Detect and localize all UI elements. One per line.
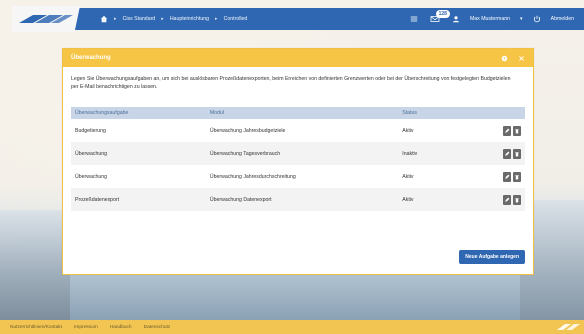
home-icon[interactable] bbox=[100, 15, 108, 23]
cell-task: Prozeßdatenexport bbox=[71, 188, 206, 211]
logout-link[interactable]: Abmelden bbox=[551, 16, 574, 22]
cell-task: Budgetierung bbox=[75, 127, 106, 134]
breadcrumb-item-3[interactable]: Controlled bbox=[224, 16, 248, 22]
top-bar: ▸ Ciss Standard ▸ Haupteinrichtung ▸ Con… bbox=[12, 6, 584, 32]
pencil-icon[interactable] bbox=[503, 148, 511, 159]
trash-icon[interactable] bbox=[513, 125, 521, 136]
monitoring-panel: Überwachung ? Legen Sie Überwachungsaufg… bbox=[62, 48, 534, 275]
help-icon[interactable]: ? bbox=[501, 55, 508, 62]
footer-link-privacy[interactable]: Datenschutz bbox=[144, 325, 171, 330]
column-header-module: Modul bbox=[205, 107, 399, 119]
breadcrumb-item-2[interactable]: Haupteinrichtung bbox=[170, 16, 209, 22]
cell-status: Inaktiv bbox=[398, 142, 475, 165]
pencil-icon[interactable] bbox=[503, 125, 511, 136]
monitoring-table: Überwachungsaufgabe Modul Status Budgeti… bbox=[71, 107, 525, 211]
pencil-icon[interactable] bbox=[503, 194, 511, 205]
power-icon[interactable] bbox=[533, 15, 541, 23]
app-logo bbox=[12, 6, 80, 32]
table-row[interactable]: Überwachung Überwachung Jahresdurchschre… bbox=[71, 165, 525, 188]
footer-link-contact[interactable]: Nutzerrichtlinien/Kontakt bbox=[10, 325, 62, 330]
chevron-down-icon[interactable]: ▾ bbox=[520, 16, 523, 22]
breadcrumb-separator: ▸ bbox=[161, 16, 164, 22]
cell-module: Überwachung Datenexport bbox=[205, 188, 399, 211]
table-row[interactable]: Prozeßdatenexport Überwachung Datenexpor… bbox=[71, 188, 525, 211]
cell-module: Überwachung Tagesverbrauch bbox=[205, 142, 399, 165]
notifications[interactable]: 128 bbox=[428, 10, 450, 24]
panel-header: Überwachung ? bbox=[63, 49, 533, 67]
footer-link-imprint[interactable]: Impressum bbox=[74, 325, 98, 330]
cell-status: Aktiv bbox=[402, 173, 414, 180]
logo-mark bbox=[19, 15, 73, 23]
row-actions bbox=[478, 148, 521, 159]
table-header-row: Überwachungsaufgabe Modul Status bbox=[71, 107, 525, 119]
user-menu[interactable]: Max Mustermann bbox=[470, 16, 510, 22]
breadcrumb-separator: ▸ bbox=[114, 16, 117, 22]
footer: Nutzerrichtlinien/Kontakt Impressum Hand… bbox=[0, 320, 584, 334]
cell-actions bbox=[474, 142, 525, 165]
column-header-task: Überwachungsaufgabe bbox=[71, 107, 206, 119]
cell-module: Überwachung Jahresdurchschreitung bbox=[209, 173, 296, 180]
footer-logo bbox=[557, 324, 580, 330]
pencil-icon[interactable] bbox=[503, 171, 511, 182]
breadcrumb-item-1[interactable]: Ciss Standard bbox=[123, 16, 156, 22]
table-row[interactable]: Budgetierung Überwachung Jahresbudgetzie… bbox=[71, 119, 525, 142]
trash-icon[interactable] bbox=[513, 194, 521, 205]
panel-intro-text: Legen Sie Überwachungsaufgaben an, um si… bbox=[71, 76, 511, 90]
column-header-actions bbox=[474, 107, 525, 119]
cell-task: Überwachung bbox=[71, 142, 206, 165]
row-actions bbox=[478, 171, 521, 182]
cell-status: Aktiv bbox=[398, 188, 475, 211]
svg-text:?: ? bbox=[503, 55, 506, 60]
panel-actions: ? bbox=[501, 55, 525, 62]
notification-count-badge: 128 bbox=[435, 10, 450, 18]
row-actions bbox=[478, 125, 521, 136]
row-actions bbox=[478, 194, 521, 205]
close-icon[interactable] bbox=[518, 55, 525, 62]
hamburger-icon[interactable] bbox=[410, 15, 418, 23]
cell-actions bbox=[474, 188, 525, 211]
cell-module: Überwachung Jahresbudgetziele bbox=[209, 127, 286, 134]
top-bar-tools: 128 Max Mustermann ▾ Abmelden bbox=[410, 8, 574, 30]
trash-icon[interactable] bbox=[513, 171, 521, 182]
user-icon[interactable] bbox=[452, 15, 460, 23]
panel-title: Überwachung bbox=[71, 55, 111, 61]
table-row[interactable]: Überwachung Überwachung Tagesverbrauch I… bbox=[71, 142, 525, 165]
cell-actions bbox=[474, 165, 525, 188]
cell-task: Überwachung bbox=[75, 173, 108, 180]
cell-actions bbox=[474, 119, 525, 142]
background-mountain-left bbox=[0, 210, 70, 320]
breadcrumb: ▸ Ciss Standard ▸ Haupteinrichtung ▸ Con… bbox=[100, 8, 247, 30]
footer-link-manual[interactable]: Handbuch bbox=[110, 325, 132, 330]
new-task-button[interactable]: Neue Aufgabe anlegen bbox=[459, 250, 525, 264]
trash-icon[interactable] bbox=[513, 148, 521, 159]
cell-status: Aktiv bbox=[402, 127, 414, 134]
column-header-status: Status bbox=[398, 107, 475, 119]
breadcrumb-separator: ▸ bbox=[215, 16, 218, 22]
